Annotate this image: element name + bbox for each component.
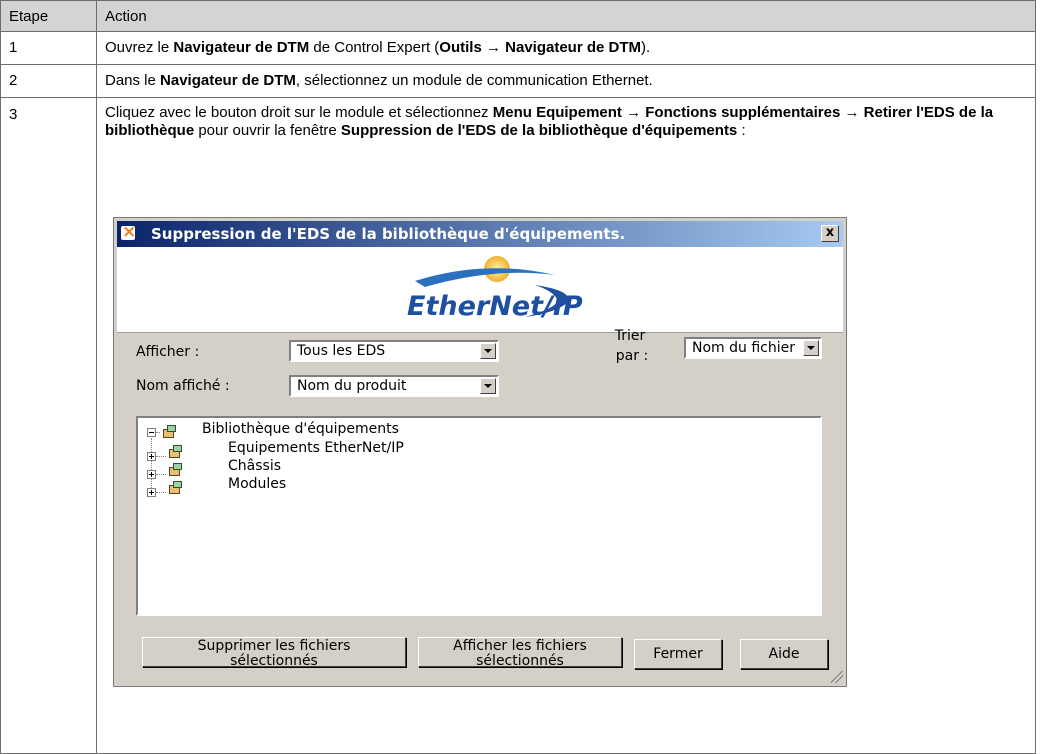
action-text: Dans le — [105, 72, 161, 89]
table-header-row: Etape Action — [0, 0, 1036, 32]
show-select[interactable]: Tous les EDS — [289, 340, 499, 362]
tree-connector — [151, 438, 152, 492]
delete-selected-button[interactable]: Supprimer les fichiers sélectionnés — [142, 637, 406, 669]
logo-banner: EtherNet/IP — [117, 247, 843, 333]
step-number: 3 — [0, 97, 97, 754]
app-icon — [121, 222, 136, 242]
rack-icon — [167, 463, 183, 477]
action-text: de Control Expert ( — [309, 39, 440, 56]
delete-selected-label-2: sélectionnés — [230, 653, 318, 669]
ethernet-ip-logo: EtherNet/IP — [407, 256, 583, 322]
action-text: Ouvrez le — [105, 39, 174, 56]
sort-label-line2: par : — [615, 348, 649, 364]
display-name-select[interactable]: Nom du produit — [289, 375, 499, 397]
tree-connector — [156, 456, 166, 457]
step-number: 2 — [0, 64, 97, 98]
action-text: pour ouvrir la fenêtre — [194, 122, 341, 139]
header-action: Action — [96, 0, 1036, 32]
tree-connector — [156, 474, 166, 475]
action-arrow: → — [621, 104, 646, 121]
folder-icon — [161, 425, 177, 439]
step-action: Ouvrez le Navigateur de DTM de Control E… — [96, 31, 1036, 65]
action-bold: Navigateur de DTM — [173, 39, 310, 56]
tree-connector — [156, 492, 166, 493]
sort-label-line1: Trier — [614, 328, 646, 344]
action-bold: Navigateur de DTM — [505, 39, 641, 56]
action-bold: Navigateur de DTM — [160, 72, 296, 89]
show-select-value: Tous les EDS — [297, 343, 386, 359]
action-text: , sélectionnez un module de communicatio… — [295, 72, 653, 89]
table-row: 2 Dans le Navigateur de DTM, sélectionne… — [0, 64, 1036, 98]
table-row: 1 Ouvrez le Navigateur de DTM de Control… — [0, 31, 1036, 65]
step-number: 1 — [0, 31, 97, 65]
expand-icon[interactable] — [147, 470, 156, 479]
dialog-title: Suppression de l'EDS de la bibliothèque … — [151, 225, 626, 243]
view-selected-button[interactable]: Afficher les fichiers sélectionnés — [418, 637, 622, 669]
expand-icon[interactable] — [147, 452, 156, 461]
sort-select[interactable]: Nom du fichier — [684, 337, 822, 359]
device-library-tree[interactable]: Bibliothèque d'équipements Equipements E… — [136, 416, 822, 616]
close-dialog-button[interactable]: Fermer — [634, 639, 722, 669]
logo-text: EtherNet/IP — [407, 291, 583, 322]
delete-selected-label-1: Supprimer les fichiers — [197, 638, 351, 654]
action-text: : — [737, 122, 746, 139]
tree-root[interactable]: Bibliothèque d'équipements — [202, 421, 399, 437]
action-bold: Fonctions supplémentaires — [645, 104, 841, 121]
tree-item[interactable]: Modules — [228, 476, 286, 492]
dialog-titlebar[interactable]: Suppression de l'EDS de la bibliothèque … — [117, 221, 843, 247]
action-arrow: → — [481, 39, 506, 56]
action-text: Cliquez avec le bouton droit sur le modu… — [105, 104, 493, 121]
display-name-label: Nom affiché : — [136, 378, 230, 394]
collapse-icon[interactable] — [147, 428, 156, 437]
expand-icon[interactable] — [147, 488, 156, 497]
chevron-down-icon[interactable] — [480, 378, 496, 394]
tree-connector — [156, 432, 160, 433]
view-selected-label-2: sélectionnés — [476, 653, 564, 669]
step-action: Dans le Navigateur de DTM, sélectionnez … — [96, 64, 1036, 98]
chevron-down-icon[interactable] — [803, 340, 819, 356]
action-bold: Menu Equipement — [492, 104, 622, 121]
header-step: Etape — [0, 0, 97, 32]
help-button[interactable]: Aide — [740, 639, 828, 669]
view-selected-label-1: Afficher les fichiers — [453, 638, 587, 654]
action-arrow: → — [840, 104, 864, 121]
tree-item[interactable]: Equipements EtherNet/IP — [228, 440, 404, 456]
close-button[interactable]: x — [821, 225, 839, 242]
resize-grip-icon[interactable] — [831, 671, 843, 683]
action-bold: Suppression de l'EDS de la bibliothèque … — [340, 122, 738, 139]
device-icon — [167, 445, 183, 459]
action-bold: Outils — [439, 39, 482, 56]
display-name-select-value: Nom du produit — [297, 378, 407, 394]
sort-select-value: Nom du fichier — [692, 340, 795, 356]
tree-item[interactable]: Châssis — [228, 458, 281, 474]
eds-removal-dialog: Suppression de l'EDS de la bibliothèque … — [113, 217, 847, 687]
show-label: Afficher : — [136, 344, 200, 360]
action-text: ). — [641, 39, 651, 56]
chevron-down-icon[interactable] — [480, 343, 496, 359]
module-icon — [167, 481, 183, 495]
